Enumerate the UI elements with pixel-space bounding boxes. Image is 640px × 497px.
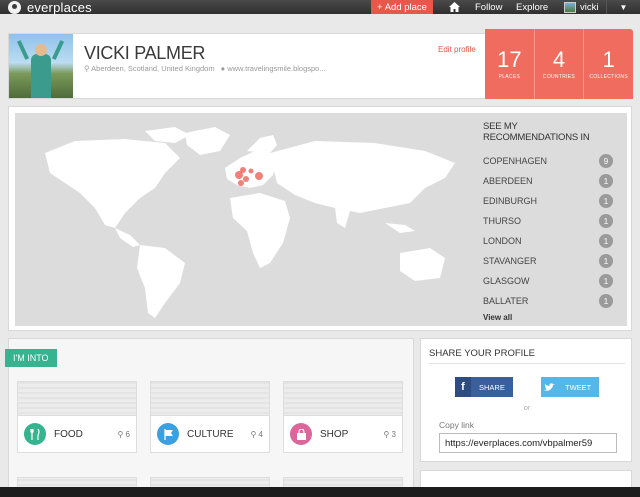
shopping-bag-icon (290, 423, 312, 445)
share-title: SHARE YOUR PROFILE (429, 348, 535, 359)
tile-count: ⚲ 3 (383, 429, 396, 439)
list-item[interactable]: GLASGOW 1 (483, 271, 613, 291)
stat-places[interactable]: 17 PLACES (485, 29, 535, 99)
tile-card[interactable]: SHOP ⚲ 3 (283, 415, 403, 453)
recommendations-title: SEE MY RECOMMENDATIONS IN (483, 121, 590, 143)
profile-header: VICKI PALMER ⚲ Aberdeen, Scotland, Unite… (8, 29, 633, 99)
logo-pin-icon (8, 0, 21, 14)
tile-count: ⚲ 4 (250, 429, 263, 439)
profile-stats: 17 PLACES 4 COUNTRIES 1 COLLECTIONS (485, 29, 633, 99)
website-link[interactable]: ● www.travelingsmile.blogspo... (221, 64, 326, 73)
list-item[interactable]: LONDON 1 (483, 231, 613, 251)
profile-avatar (9, 34, 73, 98)
location-text: ⚲ Aberdeen, Scotland, United Kingdom (84, 64, 215, 73)
interest-tile-food[interactable]: FOOD ⚲ 6 (17, 381, 137, 453)
view-all-link[interactable]: View all (483, 313, 613, 322)
list-item[interactable]: ABERDEEN 1 (483, 171, 613, 191)
or-divider: or (523, 405, 531, 412)
list-item[interactable]: THURSO 1 (483, 211, 613, 231)
map-marker[interactable] (240, 167, 246, 173)
facebook-share-button[interactable]: f SHARE (455, 377, 513, 397)
user-menu[interactable]: vicki (564, 0, 598, 14)
flag-icon (157, 423, 179, 445)
copy-link-input[interactable] (439, 433, 617, 453)
home-icon[interactable] (449, 0, 460, 14)
facebook-icon: f (455, 377, 471, 397)
interest-tile-culture[interactable]: CULTURE ⚲ 4 (150, 381, 270, 453)
avatar (564, 1, 576, 13)
interest-tile-shop[interactable]: SHOP ⚲ 3 (283, 381, 403, 453)
interests-panel: I'M INTO FOOD ⚲ 6 CULTURE ⚲ 4 SHOP ⚲ 3 (5, 338, 414, 497)
stat-countries[interactable]: 4 COUNTRIES (535, 29, 585, 99)
list-item[interactable]: EDINBURGH 1 (483, 191, 613, 211)
add-place-button[interactable]: + Add place (371, 0, 433, 14)
divider (429, 363, 625, 364)
link-icon: ● (220, 64, 226, 73)
list-item[interactable]: COPENHAGEN 9 (483, 151, 613, 171)
map-marker[interactable] (243, 176, 249, 182)
map-panel: SEE MY RECOMMENDATIONS IN COPENHAGEN 9 AB… (8, 106, 632, 331)
logo-text: everplaces (27, 0, 92, 15)
username: vicki (580, 1, 599, 13)
fork-knife-icon (24, 423, 46, 445)
map-marker[interactable] (255, 172, 263, 180)
top-navigation-bar: everplaces + Add place Follow Explore vi… (0, 0, 640, 15)
tile-label: FOOD (54, 428, 83, 440)
tile-count: ⚲ 6 (117, 429, 130, 439)
tile-card[interactable]: FOOD ⚲ 6 (17, 415, 137, 453)
window-bottom-edge (0, 487, 640, 497)
map-marker[interactable] (248, 168, 254, 174)
tile-card[interactable]: CULTURE ⚲ 4 (150, 415, 270, 453)
list-item[interactable]: BALLATER 1 (483, 291, 613, 311)
tile-label: CULTURE (187, 428, 234, 440)
list-item[interactable]: STAVANGER 1 (483, 251, 613, 271)
copy-link-label: Copy link (439, 420, 474, 430)
location-pin-icon: ⚲ (84, 64, 90, 73)
twitter-bird-icon (541, 377, 557, 397)
map-marker[interactable] (238, 180, 244, 186)
tile-label: SHOP (320, 428, 349, 440)
profile-name: VICKI PALMER (84, 43, 206, 63)
twitter-tweet-button[interactable]: TWEET (541, 377, 599, 397)
profile-meta: ⚲ Aberdeen, Scotland, United Kingdom ● w… (84, 64, 326, 73)
explore-link[interactable]: Explore (516, 0, 548, 14)
recommendations-list: SEE MY RECOMMENDATIONS IN COPENHAGEN 9 AB… (483, 121, 613, 322)
everplaces-logo[interactable]: everplaces (0, 0, 92, 15)
follow-link[interactable]: Follow (475, 0, 502, 14)
interests-title: I'M INTO (5, 349, 57, 367)
stat-collections[interactable]: 1 COLLECTIONS (584, 29, 633, 99)
edit-profile-link[interactable]: Edit profile (438, 45, 476, 54)
chevron-down-icon[interactable]: ▼ (606, 0, 640, 14)
share-profile-panel: SHARE YOUR PROFILE f SHARE TWEET or Copy… (420, 338, 632, 462)
